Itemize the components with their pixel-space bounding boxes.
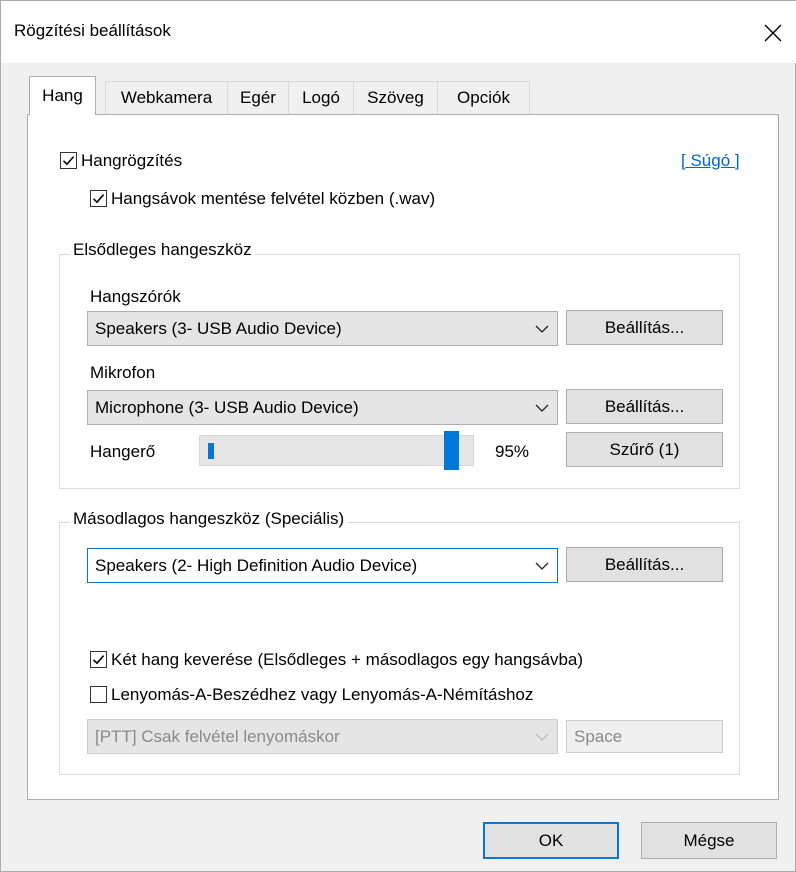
mix-audio-label: Két hang keverése (Elsődleges + másodlag… xyxy=(111,650,584,669)
push-to-talk-checkbox[interactable] xyxy=(90,686,107,703)
tab-szoveg[interactable]: Szöveg xyxy=(353,81,438,114)
primary-group-title: Elsődleges hangeszköz xyxy=(70,240,255,260)
secondary-settings-button[interactable]: Beállítás... xyxy=(566,547,723,582)
chevron-down-icon xyxy=(527,404,557,412)
tab-hang[interactable]: Hang xyxy=(29,76,96,115)
checkmark-icon xyxy=(92,655,105,665)
chevron-down-icon xyxy=(527,325,557,333)
record-audio-checkbox[interactable] xyxy=(60,152,77,169)
title-bar: Rögzítési beállítások xyxy=(1,1,796,63)
speakers-dropdown[interactable]: Speakers (3- USB Audio Device) xyxy=(87,311,558,346)
volume-percent: 95% xyxy=(495,442,530,461)
filter-button[interactable]: Szűrő (1) xyxy=(566,432,723,467)
window-title: Rögzítési beállítások xyxy=(14,21,171,40)
push-to-talk-label: Lenyomás-A-Beszédhez vagy Lenyomás-A-Ném… xyxy=(111,685,534,704)
tab-label: Logó xyxy=(302,88,340,107)
tab-label: Hang xyxy=(42,86,83,105)
cancel-button[interactable]: Mégse xyxy=(641,822,777,859)
volume-label: Hangerő xyxy=(90,442,156,461)
secondary-device-value: Speakers (2- High Definition Audio Devic… xyxy=(95,555,418,575)
close-icon xyxy=(764,24,782,42)
microphone-settings-button[interactable]: Beállítás... xyxy=(566,389,723,424)
save-tracks-checkbox[interactable] xyxy=(90,190,107,207)
chevron-down-icon xyxy=(527,733,557,741)
chevron-down-icon xyxy=(527,562,557,570)
close-button[interactable] xyxy=(753,13,793,53)
tab-label: Szöveg xyxy=(367,88,424,107)
mix-audio-checkbox[interactable] xyxy=(90,651,107,668)
microphone-label: Mikrofon xyxy=(90,363,156,382)
speakers-value: Speakers (3- USB Audio Device) xyxy=(95,318,342,338)
volume-slider[interactable] xyxy=(199,435,474,466)
save-tracks-label: Hangsávok mentése felvétel közben (.wav) xyxy=(111,189,436,208)
ptt-hotkey-field[interactable]: Space xyxy=(566,720,723,753)
speakers-label: Hangszórók xyxy=(90,287,181,306)
microphone-value: Microphone (3- USB Audio Device) xyxy=(95,397,359,417)
tab-logo[interactable]: Logó xyxy=(288,81,354,114)
secondary-device-dropdown[interactable]: Speakers (2- High Definition Audio Devic… xyxy=(87,548,558,583)
tab-label: Egér xyxy=(240,88,276,107)
tab-label: Opciók xyxy=(457,88,510,107)
ok-button[interactable]: OK xyxy=(483,822,619,859)
checkmark-icon xyxy=(62,156,75,166)
ptt-mode-value: [PTT] Csak felvétel lenyomáskor xyxy=(95,726,340,746)
tab-eger[interactable]: Egér xyxy=(227,81,289,114)
ptt-mode-dropdown[interactable]: [PTT] Csak felvétel lenyomáskor xyxy=(87,719,558,754)
record-audio-label: Hangrögzítés xyxy=(81,151,183,170)
speakers-settings-button[interactable]: Beállítás... xyxy=(566,310,723,345)
help-link[interactable]: [ Súgó ] xyxy=(681,151,740,171)
tab-webkamera[interactable]: Webkamera xyxy=(105,81,228,114)
dialog-window: Rögzítési beállítások Hang Webkamera Egé… xyxy=(0,0,796,872)
tab-label: Webkamera xyxy=(120,88,213,107)
microphone-dropdown[interactable]: Microphone (3- USB Audio Device) xyxy=(87,390,558,425)
tab-opciok[interactable]: Opciók xyxy=(437,81,530,114)
checkmark-icon xyxy=(92,194,105,204)
audio-level-meter xyxy=(208,443,214,459)
secondary-group-title: Másodlagos hangeszköz (Speciális) xyxy=(70,509,348,529)
volume-slider-thumb[interactable] xyxy=(444,431,459,470)
